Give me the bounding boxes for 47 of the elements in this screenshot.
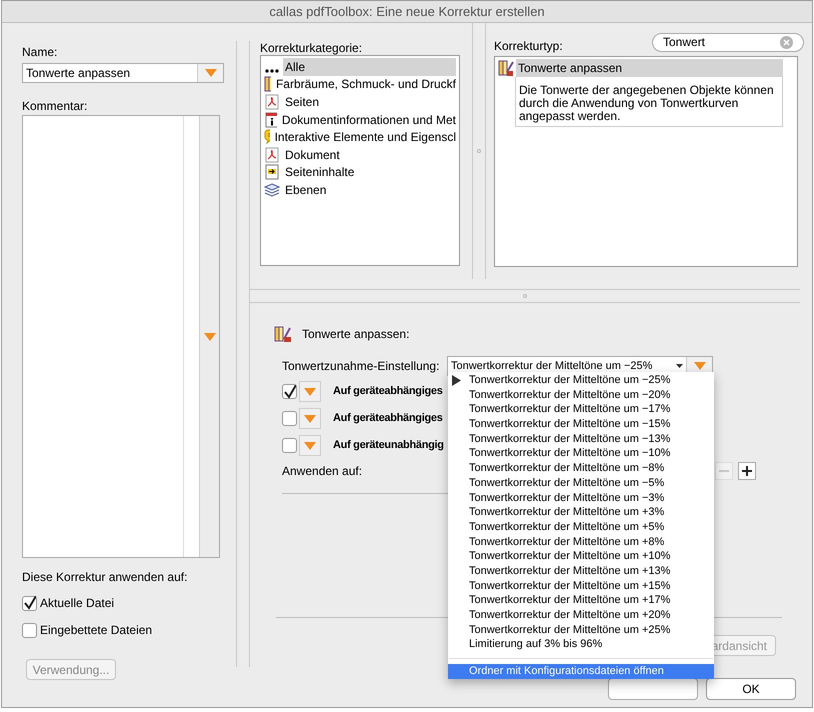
menu-item[interactable]: Tonwertkorrektur der Mitteltöne um −25% bbox=[448, 373, 714, 388]
select-value: Tonwertkorrektur der Mitteltöne um −25% bbox=[451, 359, 652, 374]
menu-item[interactable]: Tonwertkorrektur der Mitteltöne um +10% bbox=[448, 549, 714, 564]
field-label: Anwenden auf: bbox=[282, 463, 362, 480]
checkbox-label: Eingebettete Dateien bbox=[40, 622, 152, 639]
menu-item[interactable]: Tonwertkorrektur der Mitteltöne um −10% bbox=[448, 446, 714, 462]
menu-item[interactable]: Tonwertkorrektur der Mitteltöne um +15% bbox=[448, 578, 714, 594]
menu-item[interactable]: Tonwertkorrektur der Mitteltöne um +3% bbox=[448, 505, 714, 520]
field-label: Kommentar: bbox=[22, 98, 88, 115]
search-field[interactable]: Tonwert bbox=[652, 32, 804, 52]
checkbox-label: Aktuelle Datei bbox=[40, 595, 114, 612]
menu-item[interactable]: Ordner mit Konfigurationsdateien öffnen bbox=[448, 664, 714, 680]
category-item[interactable]: Interaktive Elemente und Eigenscl bbox=[261, 128, 459, 146]
menu-item[interactable]: Tonwertkorrektur der Mitteltöne um −17% bbox=[448, 402, 714, 418]
option-label: Auf geräteunabhängig bbox=[333, 438, 444, 454]
ok-button[interactable]: OK bbox=[706, 678, 796, 700]
section-label: Diese Korrektur anwenden auf: bbox=[22, 569, 188, 586]
menu-item[interactable]: Tonwertkorrektur der Mitteltöne um −3% bbox=[448, 490, 714, 506]
menu-item[interactable]: Tonwertkorrektur der Mitteltöne um −8% bbox=[448, 461, 714, 476]
menu-item[interactable]: Tonwertkorrektur der Mitteltöne um +8% bbox=[448, 534, 714, 550]
menu-item[interactable]: Tonwertkorrektur der Mitteltöne um −13% bbox=[448, 432, 714, 446]
list-label: Korrekturtyp: bbox=[494, 38, 563, 55]
category-item[interactable]: Farbräume, Schmuck- und Druckf bbox=[261, 76, 459, 94]
section-title: Tonwerte anpassen: bbox=[302, 326, 410, 343]
menu-item[interactable]: Tonwertkorrektur der Mitteltöne um +25% bbox=[448, 622, 714, 638]
field-label: Tonwertzunahme-Einstellung: bbox=[282, 358, 440, 375]
option-label: Auf geräteabhängiges bbox=[333, 411, 443, 426]
window-title: callas pdfToolbox: Eine neue Korrektur erstellen bbox=[269, 2, 545, 21]
category-item[interactable]: Ebenen bbox=[261, 181, 459, 199]
list-label: Korrekturkategorie: bbox=[260, 40, 364, 55]
menu-item[interactable]: Tonwertkorrektur der Mitteltöne um −5% bbox=[448, 476, 714, 490]
field-label: Name: bbox=[22, 44, 58, 61]
category-item[interactable]: Dokumentinformationen und Met bbox=[261, 110, 459, 128]
menu-item[interactable]: Tonwertkorrektur der Mitteltöne um +5% bbox=[448, 520, 714, 535]
menu-item[interactable]: Tonwertkorrektur der Mitteltöne um +13% bbox=[448, 564, 714, 579]
menu-item[interactable]: Tonwertkorrektur der Mitteltöne um +20% bbox=[448, 608, 714, 623]
category-item[interactable]: Dokument bbox=[261, 146, 459, 164]
menu-item[interactable]: Tonwertkorrektur der Mitteltöne um +17% bbox=[448, 593, 714, 608]
menu-item[interactable]: Tonwertkorrektur der Mitteltöne um −15% bbox=[448, 417, 714, 432]
category-item[interactable]: Seiteninhalte bbox=[261, 164, 459, 182]
menu-item[interactable]: Tonwertkorrektur der Mitteltöne um −20% bbox=[448, 388, 714, 402]
option-label: Auf geräteabhängiges bbox=[333, 384, 443, 400]
name-value: Tonwerte anpassen bbox=[25, 65, 132, 82]
description-text: Die Tonwerte der angegebenen Objekte können durch die Anwendung von Tonwertkurven angepasst werden. bbox=[515, 77, 783, 127]
name-combo[interactable]: Tonwerte anpassen bbox=[22, 63, 224, 83]
category-item[interactable]: Seiten bbox=[261, 93, 459, 111]
menu-item[interactable]: Limitierung auf 3% bis 96% bbox=[448, 637, 714, 652]
